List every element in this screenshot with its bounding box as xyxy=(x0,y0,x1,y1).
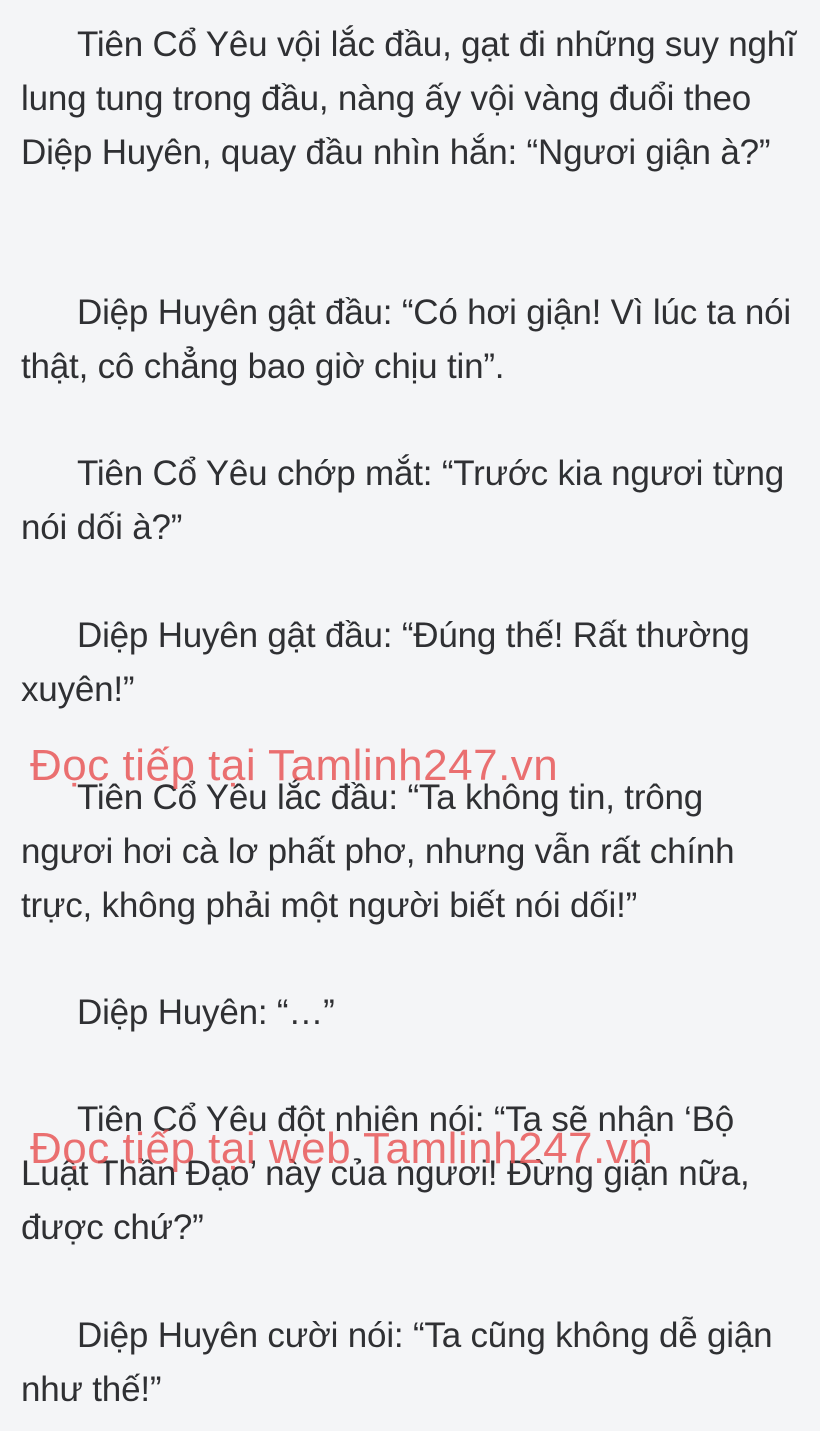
story-paragraph: Tiên Cổ Yêu lắc đầu: “Ta không tin, trôn… xyxy=(21,778,735,925)
story-paragraph: Diệp Huyên gật đầu: “Có hơi giận! Vì lúc… xyxy=(21,293,791,386)
story-paragraph: Diệp Huyên gật đầu: “Đúng thế! Rất thườn… xyxy=(21,616,750,709)
reader-page: Tiên Cổ Yêu vội lắc đầu, gạt đi những su… xyxy=(0,0,820,1431)
story-paragraph: Tiên Cổ Yêu vội lắc đầu, gạt đi những su… xyxy=(21,25,796,172)
story-paragraph: Tiên Cổ Yêu chớp mắt: “Trước kia ngươi t… xyxy=(21,454,785,547)
story-paragraph: Diệp Huyên cười nói: “Ta cũng không dễ g… xyxy=(21,1316,773,1409)
story-paragraph: Tiên Cổ Yêu đột nhiên nói: “Ta sẽ nhận ‘… xyxy=(21,1100,750,1247)
story-paragraph: Diệp Huyên: “…” xyxy=(77,993,335,1032)
